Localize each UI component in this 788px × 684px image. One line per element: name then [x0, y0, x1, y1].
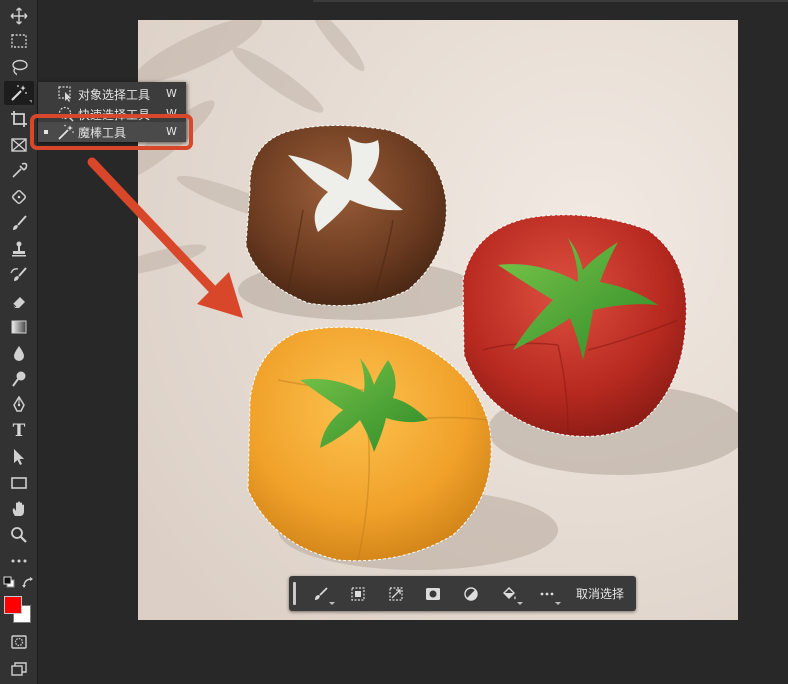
marquee-icon — [11, 34, 27, 48]
pen-icon — [13, 396, 25, 412]
stamp-icon — [12, 241, 26, 257]
frame-icon — [11, 138, 27, 152]
hand-icon — [12, 501, 24, 516]
magic-wand-tool-button[interactable] — [4, 81, 34, 105]
hand-tool-button[interactable] — [4, 497, 34, 521]
zoom-tool-button[interactable] — [4, 523, 34, 547]
brush-select-icon — [315, 587, 328, 600]
eraser-tool-button[interactable] — [4, 289, 34, 313]
canvas-image — [138, 20, 738, 620]
type-tool-button[interactable]: T — [4, 419, 34, 443]
lasso-tool-button[interactable] — [4, 55, 34, 79]
deselect-button[interactable]: 取消选择 — [576, 585, 624, 602]
fill-selection-button[interactable] — [499, 584, 523, 605]
brush-icon — [13, 215, 27, 230]
quick-mask-icon — [11, 635, 27, 649]
foreground-color-swatch[interactable] — [4, 596, 22, 614]
path-selection-icon — [14, 449, 24, 465]
healing-brush-icon — [12, 190, 26, 204]
adjustment-icon — [464, 587, 478, 601]
history-brush-tool-button[interactable] — [4, 263, 34, 287]
select-subject-button[interactable] — [311, 584, 335, 605]
blur-tool-button[interactable] — [4, 341, 34, 365]
dropdown-arrow — [329, 602, 335, 605]
blur-icon — [14, 346, 24, 361]
move-icon — [10, 7, 28, 25]
crop-icon — [11, 111, 27, 127]
healing-brush-tool-button[interactable] — [4, 185, 34, 209]
tool-group-indicator — [29, 100, 32, 103]
menu-item-shortcut: W — [166, 87, 177, 100]
eyedropper-tool-button[interactable] — [4, 159, 34, 183]
move-tool-button[interactable] — [4, 4, 34, 28]
rectangle-tool-button[interactable] — [4, 471, 34, 495]
marquee-tool-button[interactable] — [4, 29, 34, 53]
select-and-mask-button[interactable] — [348, 584, 368, 604]
document-canvas[interactable] — [138, 20, 738, 620]
type-icon: T — [12, 421, 26, 441]
brush-tool-button[interactable] — [4, 211, 34, 235]
transform-selection-button[interactable] — [386, 584, 406, 604]
path-selection-tool-button[interactable] — [4, 445, 34, 469]
magic-wand-icon — [11, 85, 27, 101]
ellipsis-icon — [540, 592, 554, 596]
stamp-tool-button[interactable] — [4, 237, 34, 261]
zoom-icon — [11, 527, 27, 543]
dodge-icon — [12, 371, 26, 387]
pen-tool-button[interactable] — [4, 393, 34, 417]
gradient-tool-button[interactable] — [4, 315, 34, 339]
mask-icon — [426, 588, 440, 600]
transform-selection-icon — [389, 587, 403, 601]
screen-mode-icon — [11, 662, 27, 676]
history-brush-icon — [10, 267, 27, 281]
more-options-button[interactable] — [537, 584, 561, 605]
more-tools-icon — [11, 559, 27, 563]
paint-bucket-icon — [503, 587, 516, 600]
dodge-tool-button[interactable] — [4, 367, 34, 391]
quick-mask-button[interactable] — [4, 630, 34, 654]
select-mask-icon — [351, 587, 365, 601]
lasso-icon — [12, 59, 28, 76]
contextual-task-bar: 取消选择 — [289, 576, 636, 611]
adjustment-layer-button[interactable] — [461, 584, 481, 604]
dropdown-arrow — [517, 602, 523, 605]
tools-panel: T — [0, 0, 38, 684]
mask-button[interactable] — [423, 584, 443, 604]
top-strip — [313, 0, 788, 2]
menu-item-label: 对象选择工具 — [78, 88, 151, 102]
gradient-icon — [11, 320, 27, 334]
rectangle-icon — [11, 477, 27, 489]
more-tools-button[interactable] — [4, 549, 34, 573]
screen-mode-button[interactable] — [4, 657, 34, 681]
object-selection-tool-item[interactable]: 对象选择工具 W — [38, 84, 186, 104]
object-selection-icon — [58, 86, 71, 102]
drag-handle[interactable] — [293, 582, 296, 605]
eyedropper-icon — [12, 162, 28, 178]
eraser-icon — [12, 297, 25, 308]
swap-colors-icon[interactable] — [21, 576, 35, 590]
magic-wand-highlight-box — [30, 114, 193, 150]
dropdown-arrow — [555, 602, 561, 605]
default-colors-icon[interactable] — [3, 576, 15, 588]
